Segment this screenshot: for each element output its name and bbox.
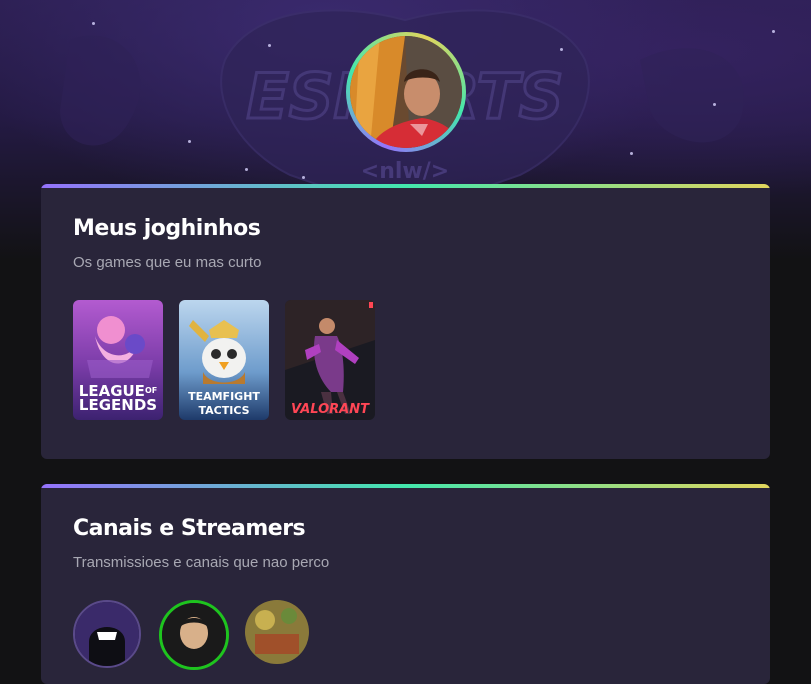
profile-avatar: [346, 32, 466, 152]
star: [713, 103, 716, 106]
star: [92, 22, 95, 25]
star: [245, 168, 248, 171]
star: [630, 152, 633, 155]
game-valorant[interactable]: VALORANT: [285, 300, 375, 420]
star: [268, 44, 271, 47]
streamers-section-subtitle: Transmissioes e canais que nao perco: [73, 554, 330, 571]
games-section-subtitle: Os games que eu mas curto: [73, 254, 262, 271]
star: [560, 48, 563, 51]
streamer-avatar[interactable]: [245, 600, 309, 664]
streamer-avatar[interactable]: [159, 600, 229, 670]
game-teamfight-tactics[interactable]: TEAMFIGHT TACTICS: [179, 300, 269, 420]
game-logo-line1: TEAMFIGHT: [188, 390, 260, 403]
star: [772, 30, 775, 33]
game-logo-line1: VALORANT: [291, 402, 369, 417]
nlw-logo-text: <nlw/>: [361, 159, 449, 184]
game-logo-small: OF: [144, 386, 158, 395]
game-logo-line2: LEGENDS: [78, 396, 158, 414]
profile-photo: [350, 36, 462, 148]
star: [188, 140, 191, 143]
games-section-title: Meus joghinhos: [73, 216, 261, 241]
game-logo-line2: TACTICS: [198, 404, 250, 417]
game-league-of-legends[interactable]: LEAGUEOF LEGENDS: [73, 300, 163, 420]
games-card: Meus joghinhos Os games que eu mas curto…: [41, 184, 770, 459]
star: [302, 176, 305, 179]
streamers-card: Canais e Streamers Transmissioes e canai…: [41, 484, 770, 684]
streamer-avatar[interactable]: [73, 600, 141, 668]
streamers-section-title: Canais e Streamers: [73, 516, 306, 541]
